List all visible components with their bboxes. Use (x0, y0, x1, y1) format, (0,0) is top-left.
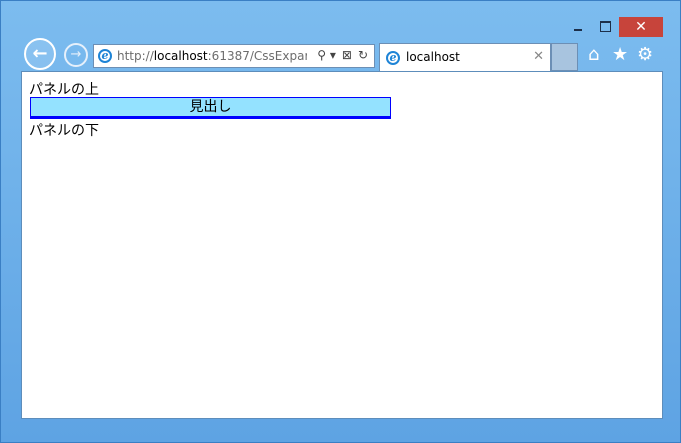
page-content: パネルの上 見出し パネルの下 (21, 71, 663, 419)
new-tab-button[interactable] (551, 43, 578, 71)
search-icon[interactable]: ⚲ ▾ (317, 48, 336, 62)
close-icon: ✕ (635, 19, 647, 35)
address-bar[interactable]: e http://localhost:61387/CssExpar ⚲ ▾ ⊠ … (93, 44, 375, 68)
text-below-panel: パネルの下 (29, 123, 99, 139)
refresh-icon[interactable]: ↻ (358, 48, 368, 62)
tab-close-icon[interactable]: ✕ (533, 49, 544, 64)
maximize-icon (600, 21, 611, 32)
close-button[interactable]: ✕ (619, 17, 663, 37)
tab-favicon-icon: e (386, 51, 400, 65)
url-text[interactable]: http://localhost:61387/CssExpar (117, 49, 307, 63)
forward-button[interactable]: → (64, 43, 88, 67)
panel-heading: 見出し (30, 97, 391, 119)
home-icon[interactable]: ⌂ (588, 45, 599, 65)
tab-title: localhost (406, 50, 460, 64)
minimize-button[interactable] (567, 17, 589, 37)
url-host: localhost (153, 49, 208, 63)
forward-arrow-icon: → (70, 47, 82, 62)
url-prefix: http:// (117, 49, 154, 63)
ie-logo-icon: e (98, 49, 112, 63)
browser-window: ✕ ← → e http://localhost:61387/CssExpar … (0, 0, 681, 443)
tab-localhost[interactable]: e localhost ✕ (379, 43, 551, 71)
favorites-icon[interactable]: ★ (612, 45, 628, 65)
address-bar-icons: ⚲ ▾ ⊠ ↻ (317, 48, 368, 62)
url-rest: :61387/CssExpar (207, 49, 307, 63)
back-arrow-icon: ← (32, 43, 48, 64)
text-above-panel: パネルの上 (29, 82, 99, 98)
maximize-button[interactable] (594, 17, 616, 37)
minimize-icon (574, 29, 582, 31)
back-button[interactable]: ← (24, 38, 56, 70)
compatibility-view-icon[interactable]: ⊠ (342, 48, 352, 62)
gear-icon[interactable]: ⚙ (637, 45, 653, 65)
